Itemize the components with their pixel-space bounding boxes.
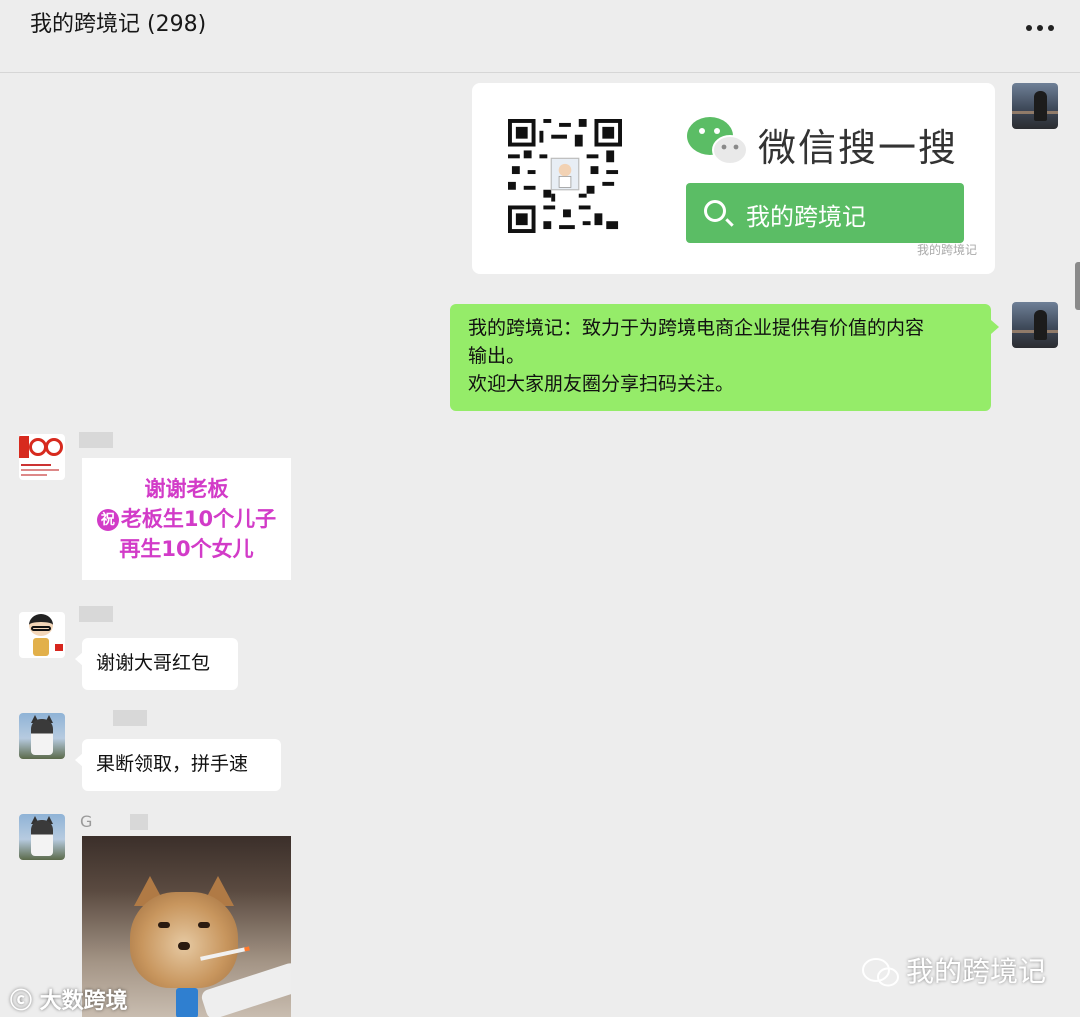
- sender-name-blurred: [79, 432, 113, 448]
- wechat-search-card[interactable]: 微信搜一搜 我的跨境记 我的跨境记: [472, 83, 995, 274]
- sender-avatar-husky[interactable]: [19, 713, 65, 759]
- search-query-text: 我的跨境记: [746, 203, 866, 231]
- bless-badge-icon: 祝: [96, 509, 119, 531]
- more-horizontal-icon[interactable]: [1026, 16, 1060, 31]
- wechat-logo-icon: [687, 117, 748, 165]
- search-account-button[interactable]: 我的跨境记: [686, 183, 964, 243]
- sticker-line: 谢谢老板: [144, 477, 229, 501]
- message-line: 欢迎大家朋友圈分享扫码关注。: [468, 373, 735, 395]
- outgoing-text-message[interactable]: 我的跨境记：致力于为跨境电商企业提供有价值的内容 输出。 欢迎大家朋友圈分享扫码…: [450, 304, 999, 411]
- incoming-text-message[interactable]: 果断领取，拼手速: [75, 739, 281, 791]
- search-brand-text: 微信搜一搜: [758, 126, 959, 170]
- message-line: 我的跨境记：致力于为跨境电商企业提供有价值的内容: [468, 317, 925, 339]
- sender-avatar-party[interactable]: [19, 434, 65, 480]
- message-text: 果断领取，拼手速: [96, 753, 249, 775]
- sender-name-blurred: [130, 814, 148, 830]
- sender-name-blurred: [113, 710, 147, 726]
- card-watermark: 我的跨境记: [916, 243, 977, 257]
- my-avatar[interactable]: [1012, 83, 1058, 129]
- sticker-image-thanks-boss[interactable]: 谢谢老板 祝老板生10个儿子 再生10个女儿: [82, 458, 291, 580]
- wechat-logo-icon: [862, 958, 899, 987]
- my-avatar[interactable]: [1012, 302, 1058, 348]
- message-text: 谢谢大哥红包: [96, 652, 211, 674]
- sticker-line: 再生10个女儿: [119, 537, 254, 561]
- chat-header: 我的跨境记 (298): [0, 0, 1080, 73]
- watermark-bottom-left: ⓒ 大数跨境: [10, 989, 128, 1014]
- chat-title: 我的跨境记 (298): [30, 12, 207, 37]
- sender-avatar-husky[interactable]: [19, 814, 65, 860]
- message-line: 输出。: [468, 345, 526, 367]
- sender-avatar-cartoon[interactable]: [19, 612, 65, 658]
- qr-code-image: [508, 119, 622, 233]
- watermark-bottom-right: 我的跨境记: [862, 950, 1046, 990]
- incoming-text-message[interactable]: 谢谢大哥红包: [75, 638, 238, 690]
- sender-name: G: [80, 812, 93, 831]
- watermark-logo-icon: ⓒ: [10, 989, 40, 1014]
- sender-name-blurred: [79, 606, 113, 622]
- sticker-line: 祝老板生10个儿子: [82, 504, 291, 534]
- search-icon: [704, 200, 726, 222]
- scrollbar-thumb[interactable]: [1075, 262, 1080, 310]
